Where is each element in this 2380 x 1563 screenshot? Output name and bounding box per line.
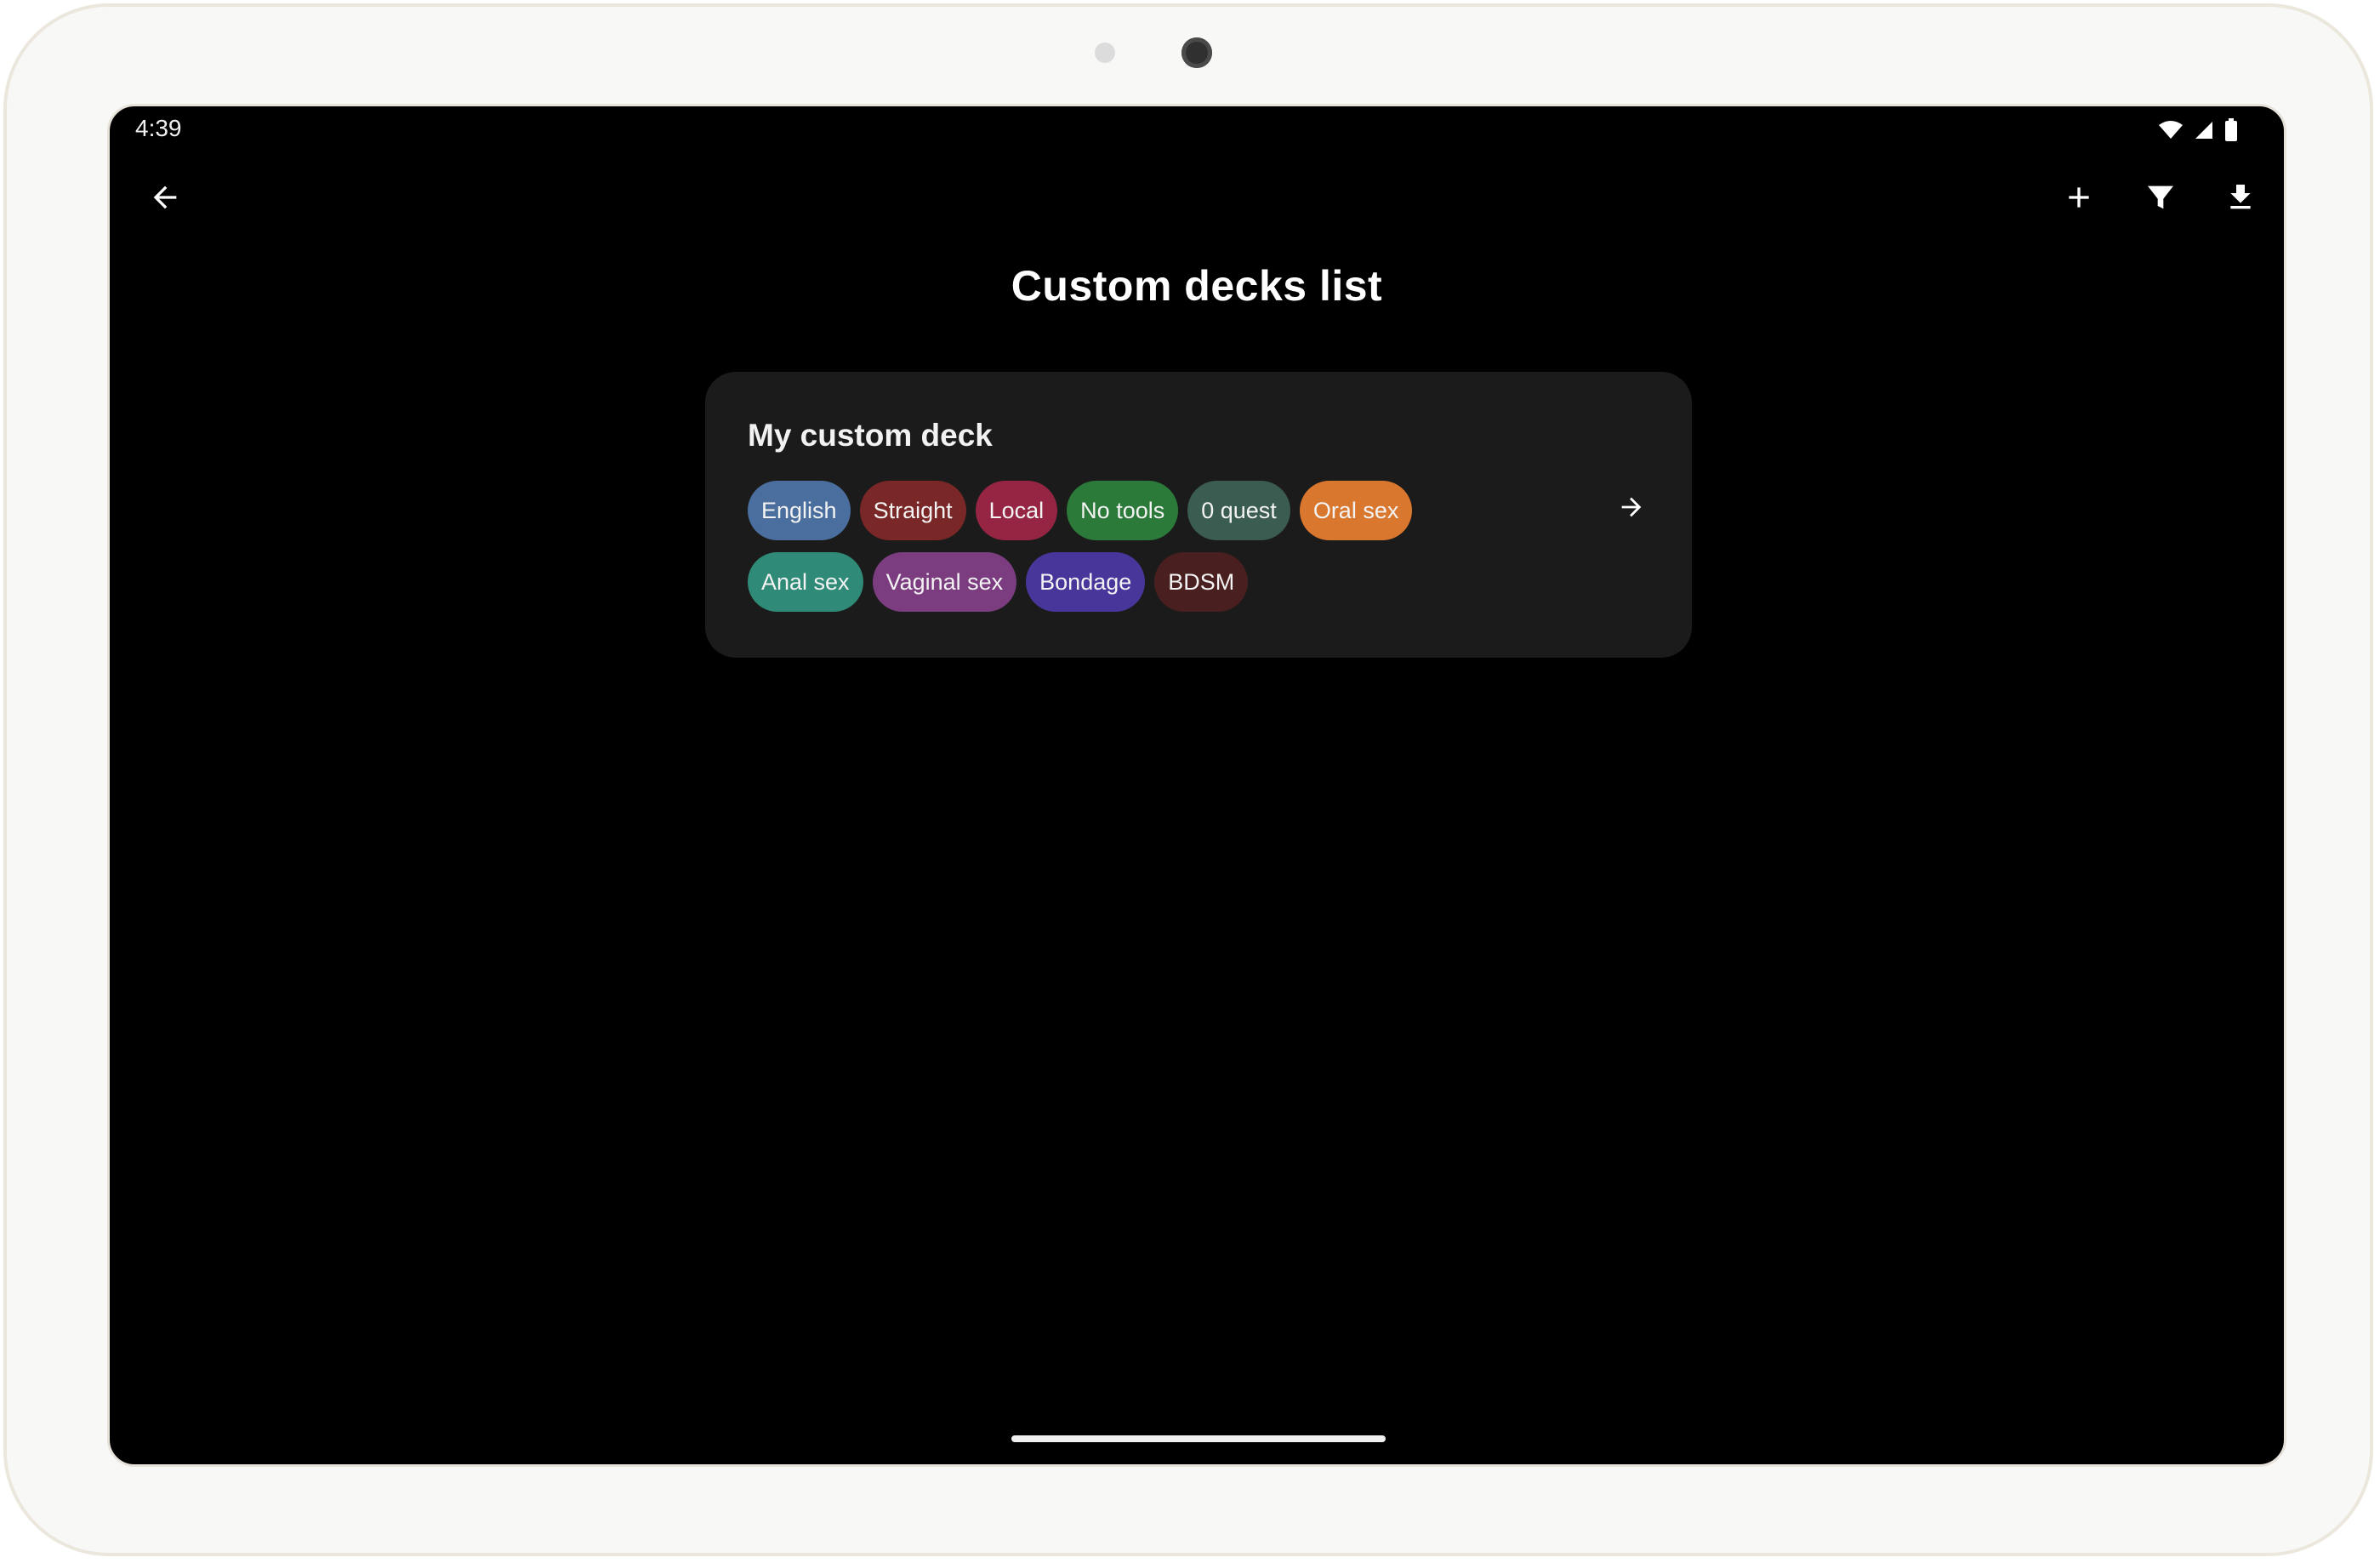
arrow-right-icon xyxy=(1617,493,1646,526)
status-bar: 4:39 xyxy=(110,106,2284,152)
tag-bondage: Bondage xyxy=(1026,552,1146,612)
filter-icon xyxy=(2144,180,2178,219)
page-title: Custom decks list xyxy=(1011,262,1383,310)
tag-bdsm: BDSM xyxy=(1154,552,1249,612)
status-icons xyxy=(2158,118,2238,142)
back-button[interactable] xyxy=(127,161,203,237)
add-deck-button[interactable] xyxy=(2041,161,2117,237)
deck-card[interactable]: My custom deck English Straight Local No… xyxy=(705,372,1692,658)
tag-straight: Straight xyxy=(859,481,966,540)
tag-vaginal-sex: Vaginal sex xyxy=(872,552,1017,612)
deck-name: My custom deck xyxy=(748,418,993,453)
plus-icon xyxy=(2062,180,2096,219)
top-app-bar xyxy=(110,152,2284,246)
home-indicator[interactable] xyxy=(1011,1435,1386,1442)
tag-no-tools: No tools xyxy=(1067,481,1179,540)
open-deck-button[interactable] xyxy=(1602,479,1661,539)
arrow-left-icon xyxy=(148,180,182,219)
filter-button[interactable] xyxy=(2122,161,2199,237)
download-icon xyxy=(2223,180,2258,219)
wifi-icon xyxy=(2158,120,2184,140)
tag-oral-sex: Oral sex xyxy=(1299,481,1413,540)
tablet-frame: 4:39 Custom decks list My custom deck En… xyxy=(3,3,2373,1556)
front-sensor xyxy=(1095,43,1115,63)
tag-english: English xyxy=(748,481,851,540)
status-time: 4:39 xyxy=(135,115,182,141)
tag-quest: 0 quest xyxy=(1187,481,1290,540)
battery-icon xyxy=(2224,118,2238,142)
front-camera xyxy=(1181,37,1212,68)
tag-anal-sex: Anal sex xyxy=(748,552,863,612)
app-screen: 4:39 Custom decks list My custom deck En… xyxy=(107,104,2286,1467)
cell-signal-icon xyxy=(2194,120,2214,140)
tag-local: Local xyxy=(975,481,1058,540)
download-button[interactable] xyxy=(2202,161,2279,237)
deck-tags: English Straight Local No tools 0 quest … xyxy=(748,481,1530,612)
